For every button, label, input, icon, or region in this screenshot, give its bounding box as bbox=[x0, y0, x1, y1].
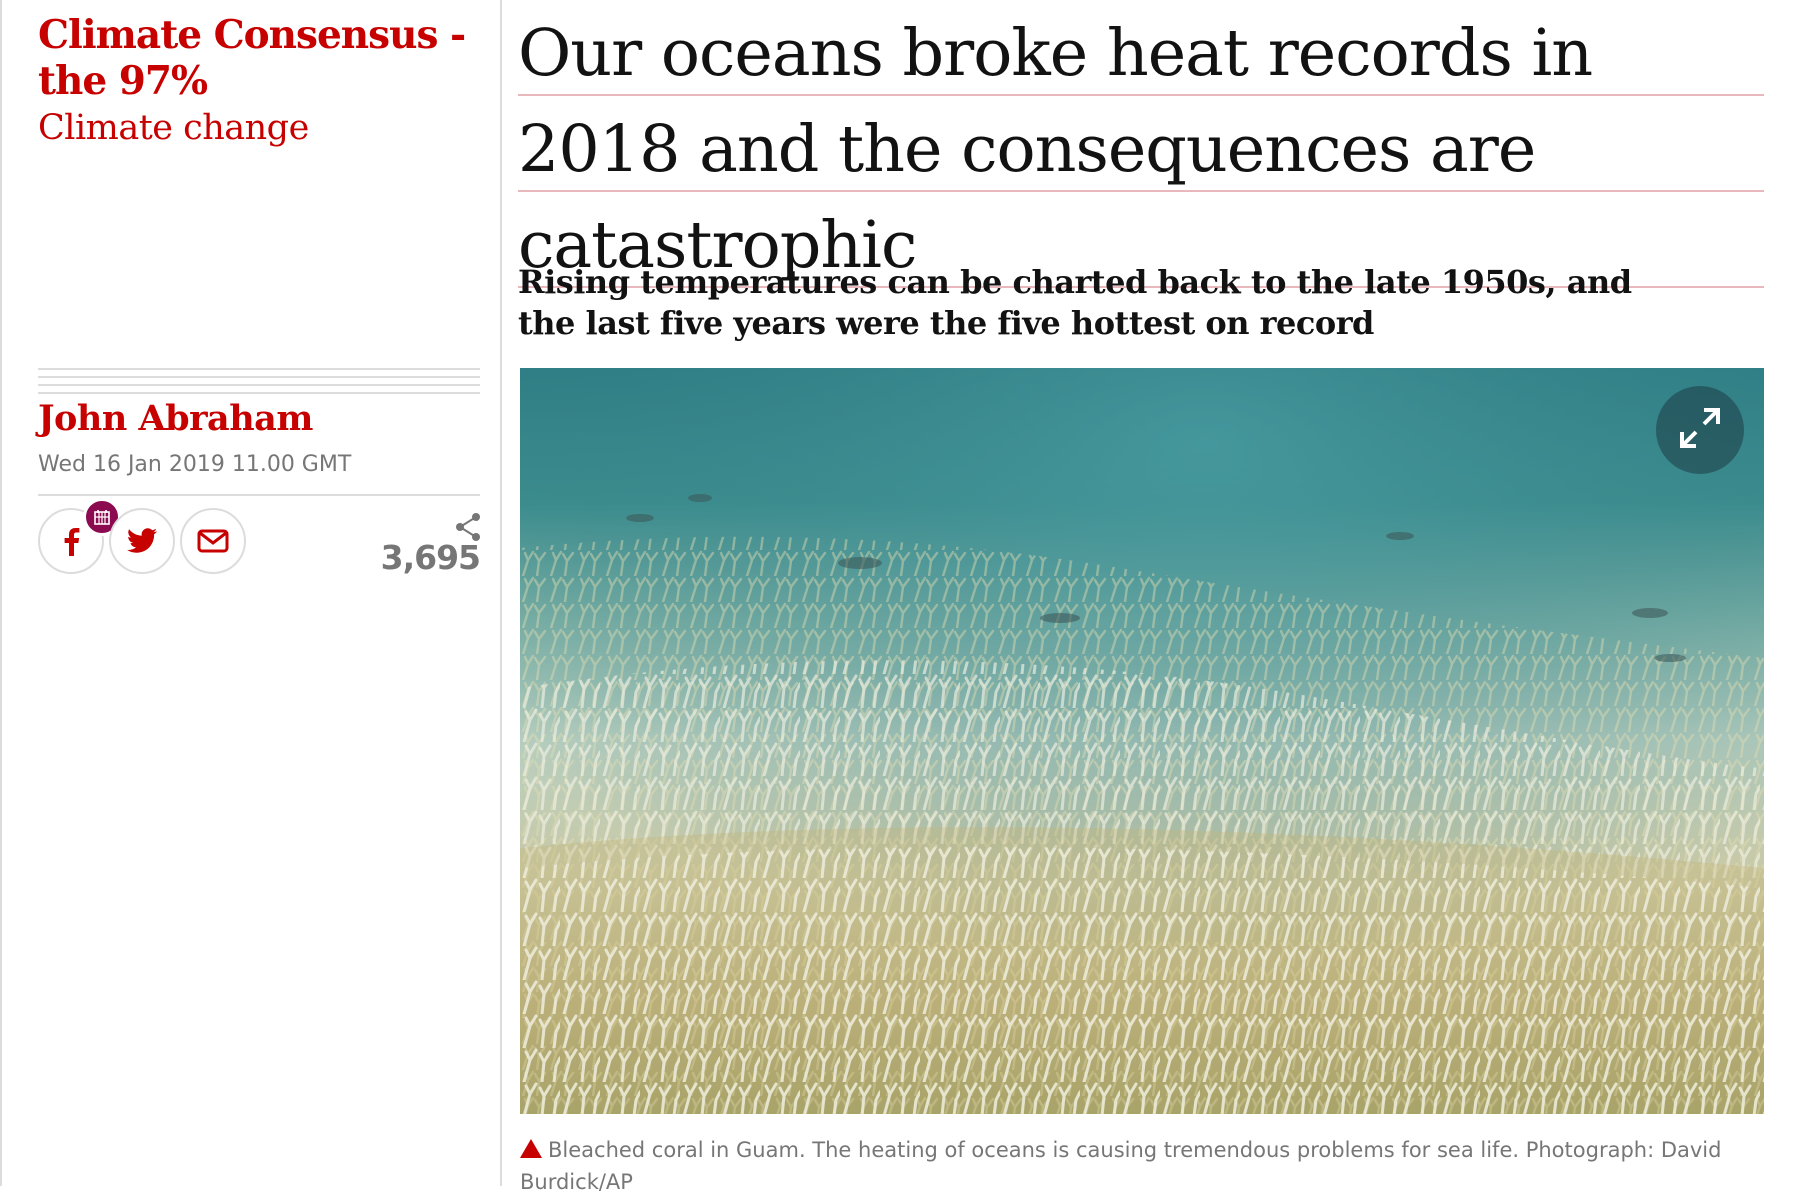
meta-divider bbox=[38, 494, 480, 496]
email-icon bbox=[197, 529, 229, 553]
email-share-button[interactable] bbox=[180, 508, 246, 574]
hero-image bbox=[520, 368, 1764, 1114]
expand-image-button[interactable] bbox=[1656, 386, 1744, 474]
facebook-icon bbox=[60, 526, 82, 556]
expand-icon bbox=[1676, 404, 1724, 456]
series-title-link[interactable]: Climate Consensus - the 97% bbox=[38, 12, 478, 104]
divider-lines bbox=[38, 368, 480, 394]
standfirst: Rising temperatures can be charted back … bbox=[518, 263, 1632, 342]
share-count: 3,695 bbox=[380, 538, 481, 577]
publish-date: Wed 16 Jan 2019 11.00 GMT bbox=[38, 452, 352, 477]
twitter-share-button[interactable] bbox=[109, 508, 175, 574]
headline: Our oceans broke heat records in 2018 an… bbox=[518, 6, 1764, 294]
caption-triangle-icon bbox=[520, 1139, 542, 1158]
left-meta-column bbox=[0, 0, 502, 1186]
twitter-icon bbox=[126, 527, 158, 555]
section-link[interactable]: Climate change bbox=[38, 106, 309, 150]
image-caption: Bleached coral in Guam. The heating of o… bbox=[520, 1134, 1760, 1198]
author-link[interactable]: John Abraham bbox=[38, 396, 313, 442]
